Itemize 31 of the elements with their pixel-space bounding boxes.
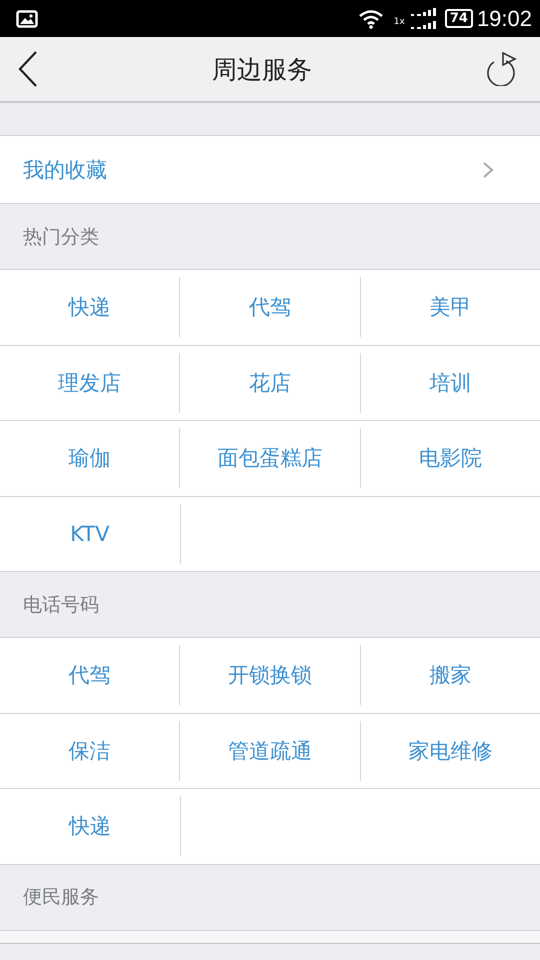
category-link[interactable]: 保洁 [68,736,111,765]
wifi-icon [358,8,384,28]
section-title: 热门分类 [23,224,99,250]
clock: 19:02 [476,6,532,32]
category-link[interactable]: 快递 [68,812,111,840]
battery-indicator: 74 [444,9,473,28]
refresh-icon[interactable] [486,52,518,86]
category-link[interactable]: 花店 [248,368,291,397]
section-title: 便民服务 [23,885,99,910]
category-link[interactable]: 代驾 [248,293,291,322]
category-link[interactable]: 理发店 [58,368,122,397]
chevron-icon [482,160,494,178]
network-label: 1x [394,16,405,26]
category-link[interactable]: 美甲 [429,293,472,322]
back-icon[interactable] [18,51,38,87]
category-link[interactable]: 面包蛋糕店 [217,444,322,472]
category-link[interactable]: 开锁换锁 [228,661,312,690]
category-link[interactable]: 快递 [68,293,111,322]
category-link[interactable]: 管道疏通 [228,736,312,765]
category-link[interactable]: 培训 [429,368,472,397]
signal-icon [408,8,437,30]
section-title: 电话号码 [23,592,99,618]
category-link[interactable]: KTV [70,522,110,546]
category-link[interactable]: 代驾 [68,661,111,690]
category-link[interactable]: 瑜伽 [68,444,111,472]
category-link[interactable]: 家电维修 [408,736,492,765]
favorites-item[interactable]: 我的收藏 [0,136,540,204]
image-icon [16,10,38,28]
category-link[interactable]: 搬家 [429,661,472,690]
category-link[interactable]: 电影院 [418,444,482,472]
page-title: 周边服务 [212,54,312,86]
